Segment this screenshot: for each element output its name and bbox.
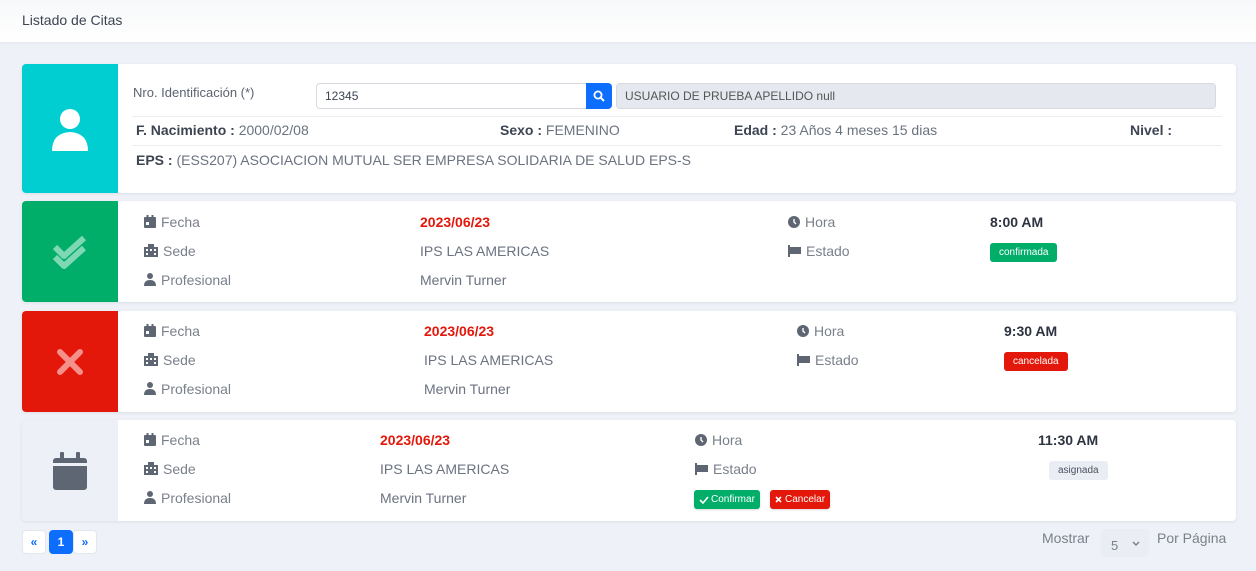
- hora-value: 9:30 AM: [1004, 323, 1058, 339]
- profesional-label: Profesional: [144, 381, 231, 397]
- building-icon: [144, 462, 158, 475]
- check-icon: [699, 495, 709, 504]
- appointment-card: Fecha Sede Profesional 2023/06/23 IPS LA…: [22, 201, 1236, 302]
- sede-value: IPS LAS AMERICAS: [380, 461, 510, 477]
- doctor-icon: [144, 273, 156, 286]
- fecha-value: 2023/06/23: [420, 214, 491, 230]
- fecha-value: 2023/06/23: [380, 432, 451, 448]
- next-page-button[interactable]: »: [73, 530, 97, 554]
- divider: [132, 116, 1222, 117]
- clock-icon: [797, 325, 809, 337]
- doctor-icon: [144, 491, 156, 504]
- status-panel: [22, 420, 118, 521]
- eps: EPS : (ESS207) ASOCIACION MUTUAL SER EMP…: [136, 152, 691, 168]
- sex: Sexo : FEMENINO: [500, 122, 620, 138]
- per-page-select[interactable]: 5: [1101, 529, 1149, 557]
- cancel-button[interactable]: Cancelar: [770, 490, 831, 509]
- sede-value: IPS LAS AMERICAS: [420, 243, 550, 259]
- building-icon: [144, 353, 158, 366]
- status-badge: cancelada: [1004, 352, 1068, 371]
- flag-icon: [797, 354, 810, 366]
- level: Nivel :: [1130, 122, 1173, 138]
- profesional-value: Mervin Turner: [420, 272, 507, 288]
- status-badge: asignada: [1049, 461, 1108, 480]
- confirm-button[interactable]: Confirmar: [694, 490, 760, 509]
- appointment-card: Fecha Sede Profesional 2023/06/23 IPS LA…: [22, 420, 1236, 521]
- sede-value: IPS LAS AMERICAS: [424, 352, 554, 368]
- top-bar: Listado de Citas: [0, 0, 1256, 42]
- flag-icon: [695, 463, 708, 475]
- calendar-icon: [144, 215, 156, 228]
- double-check-icon: [52, 235, 87, 269]
- clock-icon: [695, 434, 707, 446]
- status-panel: [22, 311, 118, 412]
- age: Edad : 23 Años 4 meses 15 dias: [734, 122, 938, 138]
- status-panel: [22, 201, 118, 302]
- fecha-label: Fecha: [144, 214, 200, 230]
- calendar-icon: [53, 451, 87, 490]
- estado-label: Estado: [695, 461, 757, 477]
- estado-label: Estado: [797, 352, 859, 368]
- calendar-icon: [144, 324, 156, 337]
- hora-label: Hora: [788, 214, 835, 230]
- fecha-value: 2023/06/23: [424, 323, 495, 339]
- building-icon: [144, 244, 158, 257]
- estado-label: Estado: [788, 243, 850, 259]
- hora-label: Hora: [797, 323, 844, 339]
- appointment-card: Fecha Sede Profesional 2023/06/23 IPS LA…: [22, 311, 1236, 412]
- clock-icon: [788, 216, 800, 228]
- profesional-value: Mervin Turner: [380, 490, 467, 506]
- search-icon: [593, 90, 605, 102]
- x-icon: [57, 348, 83, 375]
- chevron-down-icon: [1132, 541, 1140, 546]
- page-title: Listado de Citas: [22, 12, 123, 28]
- show-label: Mostrar: [1042, 530, 1090, 546]
- patient-name-field: [616, 83, 1216, 109]
- profesional-value: Mervin Turner: [424, 381, 511, 397]
- id-label: Nro. Identificación (*): [133, 85, 255, 100]
- id-number-input[interactable]: [316, 83, 586, 109]
- divider: [132, 145, 1222, 146]
- sede-label: Sede: [144, 243, 196, 259]
- sede-label: Sede: [144, 352, 196, 368]
- user-icon: [52, 108, 88, 151]
- status-badge: confirmada: [990, 243, 1058, 262]
- flag-icon: [788, 245, 801, 257]
- hora-label: Hora: [695, 432, 742, 448]
- page-1-button[interactable]: 1: [49, 530, 73, 554]
- fecha-label: Fecha: [144, 432, 200, 448]
- fecha-label: Fecha: [144, 323, 200, 339]
- hora-value: 8:00 AM: [990, 214, 1044, 230]
- prev-page-button[interactable]: «: [22, 530, 46, 554]
- x-icon: [775, 496, 782, 503]
- patient-avatar-panel: [22, 64, 118, 193]
- per-page-label: Por Página: [1157, 530, 1227, 546]
- profesional-label: Profesional: [144, 272, 231, 288]
- doctor-icon: [144, 382, 156, 395]
- patient-card: Nro. Identificación (*) F. Nacimiento : …: [22, 64, 1236, 193]
- sede-label: Sede: [144, 461, 196, 477]
- birth-date: F. Nacimiento : 2000/02/08: [136, 122, 309, 138]
- calendar-icon: [144, 433, 156, 446]
- profesional-label: Profesional: [144, 490, 231, 506]
- hora-value: 11:30 AM: [1038, 432, 1099, 448]
- search-button[interactable]: [586, 83, 612, 109]
